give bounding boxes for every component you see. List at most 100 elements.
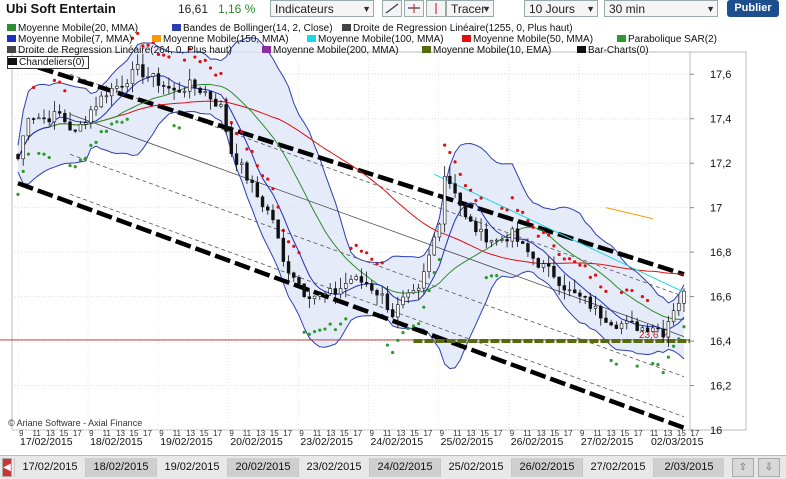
nav-date[interactable]: 23/02/2015 — [298, 458, 369, 477]
parabolic-sar-dot — [312, 330, 317, 334]
publish-button[interactable]: Publier — [727, 0, 779, 17]
nav-date[interactable]: 27/02/2015 — [582, 458, 653, 477]
tracer-dropdown[interactable]: Tracer ▼ — [446, 0, 494, 17]
parabolic-sar-dot — [276, 205, 280, 209]
legend-item[interactable]: Bandes de Bollinger(14, 2, Close) — [172, 23, 333, 34]
parabolic-sar-dot — [619, 290, 624, 295]
candle-body — [573, 289, 577, 294]
candle-body — [427, 254, 431, 272]
nav-date[interactable]: 26/02/2015 — [511, 458, 582, 477]
parabolic-sar-dot — [370, 257, 374, 261]
legend-item[interactable]: Moyenne Mobile(150, MMA) — [152, 34, 289, 45]
candle-body — [416, 287, 421, 291]
candle-body — [494, 239, 499, 242]
nav-date[interactable]: 17/02/2015 — [14, 458, 85, 477]
parabolic-sar-dot — [552, 244, 556, 248]
candle-body — [47, 118, 51, 123]
legend-item[interactable]: Droite de Regression Linéaire(264, 0, Pl… — [7, 45, 232, 56]
parabolic-sar-dot — [260, 174, 265, 178]
legend-swatch — [462, 35, 471, 42]
legend-item[interactable]: Moyenne Mobile(7, MMA) — [7, 34, 132, 45]
date-navigator[interactable]: ◀ 17/02/2015 18/02/2015 19/02/2015 20/02/201… — [0, 455, 786, 479]
draw-line-tool-icon[interactable] — [382, 0, 402, 17]
nav-date[interactable]: 18/02/2015 — [85, 458, 156, 477]
indicators-dropdown[interactable]: Indicateurs ▼ — [270, 0, 374, 17]
nav-date[interactable]: 24/02/2015 — [369, 458, 440, 477]
parabolic-sar-dot — [396, 338, 400, 342]
nav-date[interactable]: 2/03/2015 — [653, 458, 724, 477]
line-tool-icon — [385, 3, 399, 14]
parabolic-sar-dot — [99, 130, 103, 134]
parabolic-sar-dot — [573, 260, 577, 264]
legend-item[interactable]: Moyenne Mobile(50, MMA) — [462, 34, 593, 45]
legend-item[interactable]: Bar-Charts(0) — [577, 45, 649, 56]
legend-label: Chandeliers(0) — [19, 57, 85, 68]
candle-body — [682, 290, 686, 304]
candle-body — [99, 95, 103, 108]
draw-hline-tool-icon[interactable] — [404, 0, 424, 17]
candle-body — [307, 296, 312, 299]
candle-body — [604, 317, 608, 323]
candle-body — [484, 228, 488, 243]
candle-body — [302, 283, 306, 297]
legend-swatch — [262, 46, 271, 53]
parabolic-sar-dot — [37, 151, 41, 156]
legend-item[interactable]: Moyenne Mobile(10, EMA) — [422, 45, 551, 56]
nav-scroll-down-icon[interactable]: ⇩ — [758, 458, 780, 477]
date-tick-label: 17/02/2015 — [20, 436, 73, 448]
parabolic-sar-dot — [63, 89, 67, 93]
candle-body — [396, 304, 400, 318]
parabolic-sar-dot — [375, 262, 379, 266]
candle-body — [557, 276, 561, 286]
candle-body — [177, 89, 181, 93]
candle-body — [578, 292, 582, 297]
candle-body — [338, 288, 343, 295]
price-chart[interactable]: 1616,216,416,616,81717,217,417,69 11 13 15 1… — [0, 20, 786, 478]
period-select[interactable]: 10 Jours ▼ — [524, 0, 598, 17]
candle-body — [229, 131, 234, 155]
legend-item[interactable]: Chandeliers(0) — [7, 56, 89, 69]
candle-body — [468, 216, 473, 222]
parabolic-sar-dot — [26, 152, 31, 156]
candle-body — [406, 292, 410, 298]
candle-body — [364, 282, 369, 285]
legend-label: Moyenne Mobile(20, MMA) — [18, 23, 139, 34]
parabolic-sar-dot — [266, 177, 270, 181]
parabolic-sar-dot — [510, 196, 514, 200]
candle-body — [625, 320, 629, 324]
parabolic-sar-dot — [344, 317, 348, 321]
interval-select[interactable]: 30 min ▼ — [604, 0, 718, 17]
parabolic-sar-dot — [526, 219, 530, 223]
candle-body — [500, 239, 504, 241]
parabolic-sar-dot — [354, 243, 358, 247]
parabolic-sar-dot — [625, 288, 629, 292]
nav-date[interactable]: 19/02/2015 — [156, 458, 227, 477]
draw-rect-tool-icon[interactable] — [426, 0, 446, 17]
candle-body — [328, 288, 332, 294]
candle-body — [567, 289, 572, 292]
nav-date[interactable]: 25/02/2015 — [440, 458, 511, 477]
legend-label: Droite de Regression Linéaire(1255, 0, P… — [353, 23, 573, 34]
parabolic-sar-dot — [271, 187, 275, 191]
nav-left-arrow-icon[interactable]: ◀ — [2, 458, 12, 477]
legend-item[interactable]: Moyenne Mobile(200, MMA) — [262, 45, 399, 56]
parabolic-sar-dot — [94, 140, 98, 145]
candle-body — [52, 111, 57, 123]
fib-label: 23,6 % — [639, 330, 670, 341]
parabolic-sar-dot — [593, 273, 598, 277]
parabolic-sar-dot — [47, 155, 51, 160]
interval-value: 30 min — [609, 2, 646, 16]
legend-item[interactable]: Parabolique SAR(2) — [617, 34, 717, 45]
date-tick-label: 23/02/2015 — [300, 436, 353, 448]
candle-body — [73, 129, 77, 132]
legend-item[interactable]: Droite de Regression Linéaire(1255, 0, P… — [342, 23, 573, 34]
legend-item[interactable]: Moyenne Mobile(100, MMA) — [307, 34, 444, 45]
legend-item[interactable]: Moyenne Mobile(20, MMA) — [7, 23, 138, 34]
parabolic-sar-dot — [78, 158, 83, 162]
nav-date[interactable]: 20/02/2015 — [227, 458, 298, 477]
date-tick-label: 02/03/2015 — [651, 436, 704, 448]
nav-scroll-up-icon[interactable]: ⇧ — [732, 458, 754, 477]
candle-body — [552, 265, 556, 278]
parabolic-sar-dot — [614, 362, 618, 366]
parabolic-sar-dot — [651, 361, 655, 366]
